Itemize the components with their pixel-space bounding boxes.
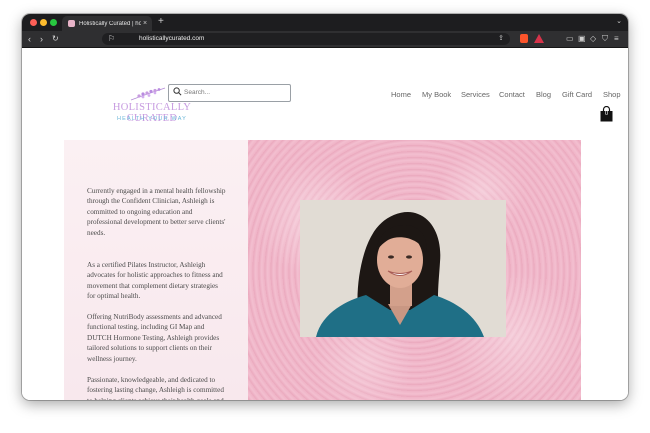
cart-button[interactable]: 0: [600, 105, 613, 127]
about-section: Currently engaged in a mental health fel…: [64, 140, 581, 400]
nav-services[interactable]: Services: [461, 90, 490, 99]
search-input[interactable]: [184, 86, 284, 99]
paragraph-fellowship: Currently engaged in a mental health fel…: [87, 187, 226, 237]
paragraph-pilates: As a certified Pilates Instructor, Ashle…: [87, 261, 223, 301]
nav-blog[interactable]: Blog: [536, 90, 551, 99]
portrait-photo: [300, 200, 506, 337]
lavender-sprig-icon: [130, 87, 166, 101]
nav-my-book[interactable]: My Book: [422, 90, 451, 99]
search-box[interactable]: [168, 84, 291, 102]
address-url: holisticallycurated.com: [139, 35, 205, 42]
bookmark-icon[interactable]: ⚐: [108, 33, 115, 45]
chevron-down-icon[interactable]: ⌄: [616, 17, 622, 25]
browser-tab[interactable]: Holistically Curated | holisti ×: [62, 16, 152, 31]
new-tab-button[interactable]: +: [158, 16, 164, 28]
extensions-icon[interactable]: ◇: [590, 32, 596, 46]
reload-icon[interactable]: ↻: [52, 32, 59, 46]
rewards-icon[interactable]: [534, 34, 544, 43]
pink-texture-panel: [248, 140, 581, 400]
browser-window: Holistically Curated | holisti × + ⌄ ‹ ›…: [22, 14, 628, 400]
minimize-window-button[interactable]: [40, 19, 47, 26]
paragraph-passion: Passionate, knowledgeable, and dedicated…: [87, 376, 224, 400]
logo-tagline: HEALTH YOUR WAY: [116, 116, 188, 122]
text-panel: Currently engaged in a mental health fel…: [64, 140, 248, 400]
paragraph-testing: Offering NutriBody assessments and advan…: [87, 313, 222, 363]
vpn-icon[interactable]: ⛉: [602, 32, 608, 46]
zoom-window-button[interactable]: [50, 19, 57, 26]
back-icon[interactable]: ‹: [28, 32, 31, 46]
address-bar[interactable]: ⚐ holisticallycurated.com ⇪: [102, 33, 510, 45]
cart-count: 0: [604, 111, 609, 117]
tab-strip: Holistically Curated | holisti × + ⌄: [22, 14, 628, 31]
menu-icon[interactable]: ≡: [614, 32, 619, 46]
nav-home[interactable]: Home: [391, 90, 411, 99]
nav-contact[interactable]: Contact: [499, 90, 525, 99]
forward-icon[interactable]: ›: [40, 32, 43, 46]
nav-gift-card[interactable]: Gift Card: [562, 90, 592, 99]
tab-close-icon[interactable]: ×: [143, 20, 147, 27]
favicon-icon: [68, 20, 75, 27]
wallet-icon[interactable]: ▣: [578, 32, 586, 46]
close-window-button[interactable]: [30, 19, 37, 26]
sidebar-icon[interactable]: ▭: [566, 32, 574, 46]
shield-icon[interactable]: [520, 34, 528, 43]
web-page: HOLISTICALLY CURATED HEALTH YOUR WAY Hom…: [22, 48, 628, 400]
tab-title: Holistically Curated | holisti: [79, 20, 141, 27]
share-icon[interactable]: ⇪: [498, 33, 504, 45]
nav-shop[interactable]: Shop: [603, 90, 621, 99]
search-icon: [173, 87, 182, 96]
